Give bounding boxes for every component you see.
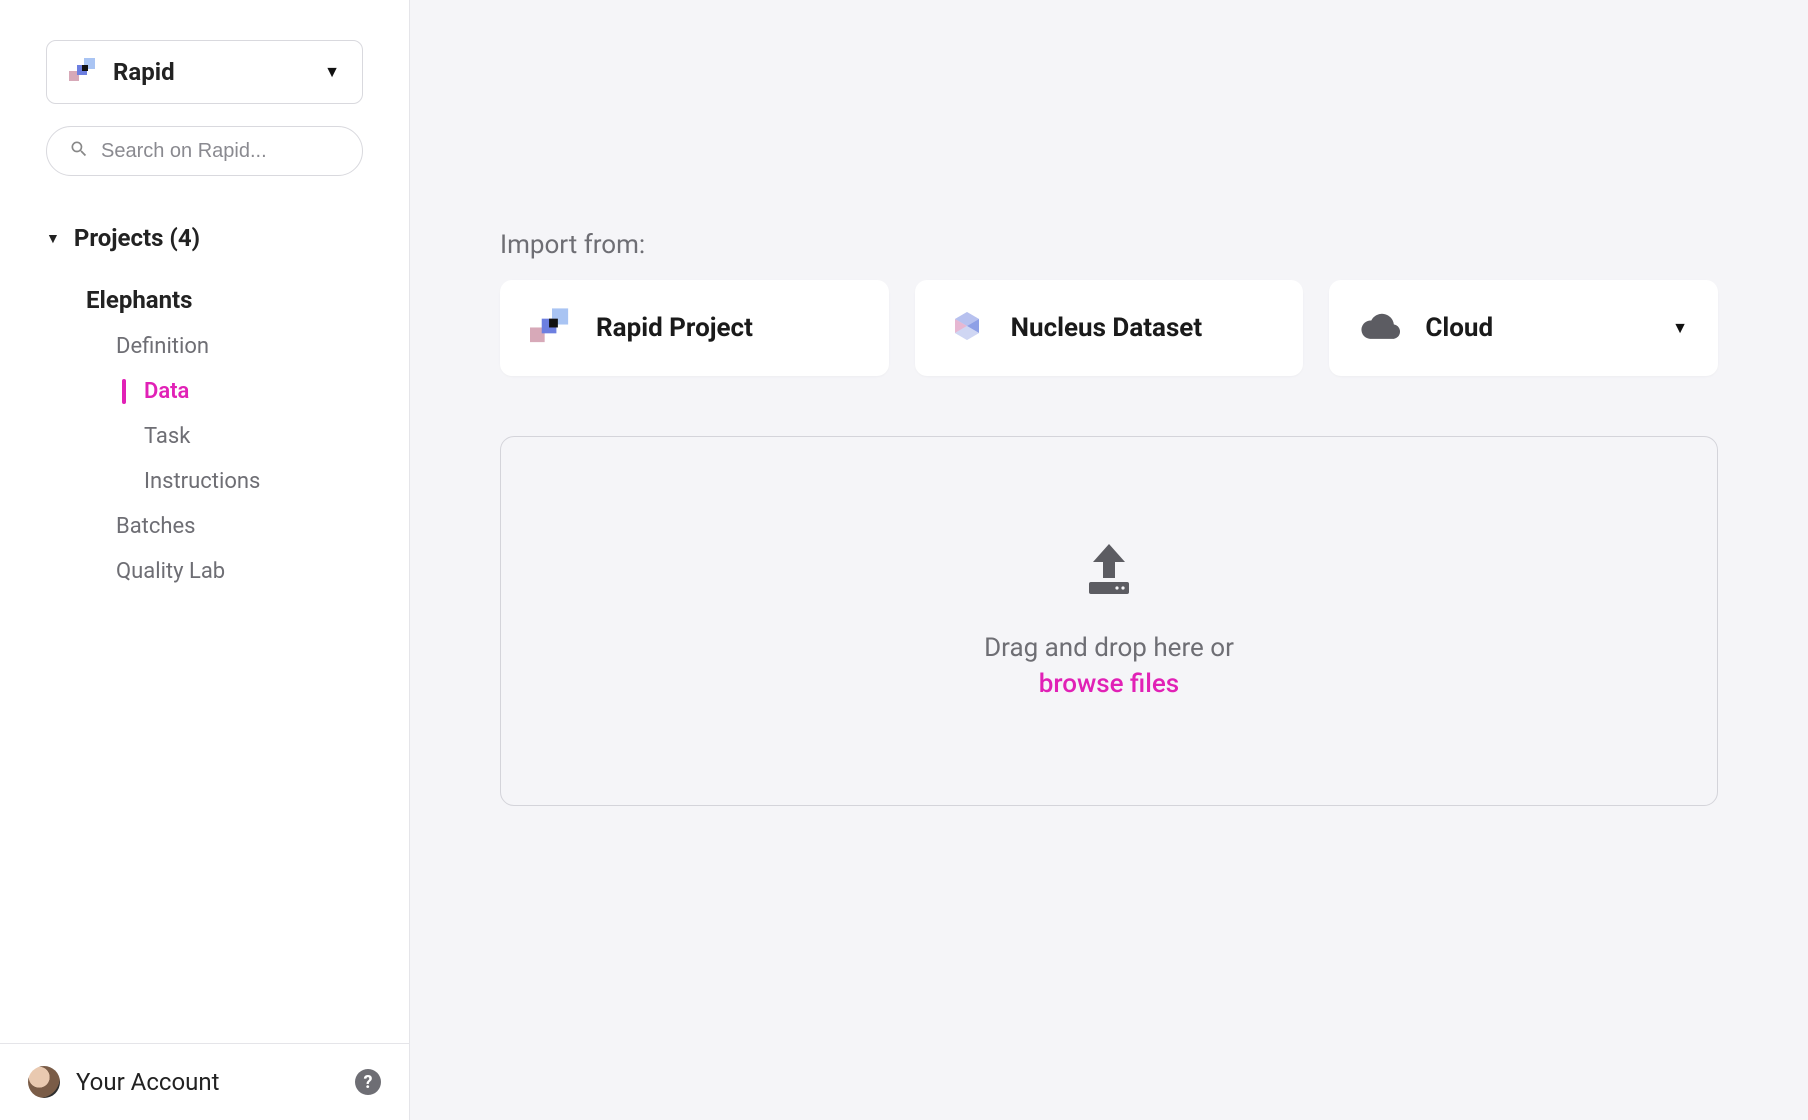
project-elephants[interactable]: Elephants [86,286,363,314]
avatar[interactable] [28,1066,60,1098]
brand-selector[interactable]: Rapid ▼ [46,40,363,104]
nucleus-icon [945,306,989,350]
import-cloud-card[interactable]: Cloud ▼ [1329,280,1718,376]
browse-files-link[interactable]: browse files [1039,669,1179,699]
project-list: Elephants Definition Data Task Instructi… [46,286,363,594]
help-icon[interactable]: ? [355,1069,381,1095]
projects-section-header[interactable]: ▼ Projects (4) [46,224,363,252]
card-label: Cloud [1425,313,1650,343]
card-label: Nucleus Dataset [1011,313,1274,343]
search-input[interactable] [101,140,340,163]
import-from-label: Import from: [500,230,1718,260]
search-box[interactable] [46,126,363,176]
main-content: Import from: Rapid Project [410,0,1808,1120]
account-link[interactable]: Your Account [76,1068,339,1096]
import-cards: Rapid Project Nucleus Dataset [500,280,1718,376]
sidebar-footer: Your Account ? [0,1043,409,1120]
project-subnav: Definition Data Task Instructions Batche… [86,324,363,594]
import-nucleus-dataset-card[interactable]: Nucleus Dataset [915,280,1304,376]
rapid-logo-icon [69,57,99,87]
import-rapid-project-card[interactable]: Rapid Project [500,280,889,376]
sidebar-top: Rapid ▼ ▼ Projects (4) Elephants Definit… [0,0,409,1043]
brand-name: Rapid [113,58,310,86]
dropzone-text: Drag and drop here or browse files [984,630,1234,703]
file-dropzone[interactable]: Drag and drop here or browse files [500,436,1718,806]
sidebar-item-definition[interactable]: Definition [116,324,363,369]
sidebar-item-task[interactable]: Task [116,414,363,459]
upload-icon [1077,540,1141,604]
projects-section-label: Projects (4) [74,224,200,252]
sidebar-item-quality-lab[interactable]: Quality Lab [116,549,363,594]
cloud-icon [1359,306,1403,350]
caret-down-icon: ▼ [324,62,340,82]
sidebar-item-data[interactable]: Data [116,369,363,414]
sidebar: Rapid ▼ ▼ Projects (4) Elephants Definit… [0,0,410,1120]
card-label: Rapid Project [596,313,859,343]
rapid-logo-icon [530,306,574,350]
caret-down-icon: ▼ [46,230,60,247]
search-icon [69,139,89,163]
sidebar-item-batches[interactable]: Batches [116,504,363,549]
dropzone-line1: Drag and drop here or [984,633,1234,663]
caret-down-icon: ▼ [1672,318,1688,338]
sidebar-item-instructions[interactable]: Instructions [116,459,363,504]
